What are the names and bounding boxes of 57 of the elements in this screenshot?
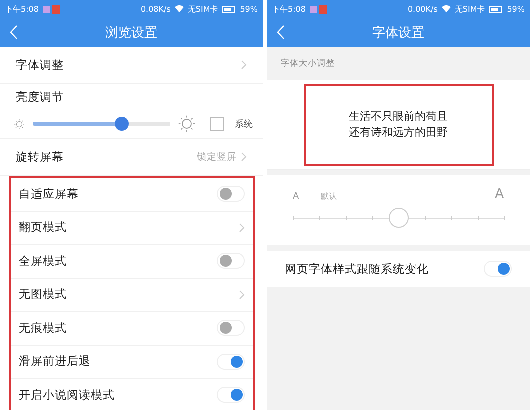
- row-label: 网页字体样式跟随系统变化: [285, 262, 429, 276]
- row-label: 亮度调节: [16, 90, 64, 104]
- chevron-right-icon: [239, 290, 245, 300]
- settings-row[interactable]: 自适应屏幕: [11, 178, 253, 212]
- section-label: 字体大小调整: [281, 58, 335, 70]
- network-speed: 0.08K/s: [140, 4, 171, 14]
- preview-text: 生活不只眼前的苟且 还有诗和远方的田野: [349, 108, 448, 141]
- toggle-switch[interactable]: [484, 261, 512, 277]
- row-label: 字体调整: [16, 58, 64, 72]
- row-label: 旋转屏幕: [16, 150, 64, 164]
- sim-status: 无SIM卡: [188, 4, 218, 14]
- row-label: 无痕模式: [19, 320, 67, 336]
- row-value: 锁定竖屏: [197, 150, 237, 164]
- battery-percent: 59%: [240, 4, 258, 14]
- row-label: 全屏模式: [19, 254, 67, 269]
- chevron-right-icon: [241, 152, 247, 162]
- toggle-switch[interactable]: [217, 387, 245, 404]
- row-label: 开启小说阅读模式: [19, 388, 115, 403]
- battery-percent: 59%: [507, 4, 525, 14]
- back-icon[interactable]: [10, 25, 18, 40]
- network-speed: 0.00K/s: [408, 4, 438, 14]
- checkbox-label: 系统: [235, 118, 253, 130]
- settings-row[interactable]: 无痕模式: [11, 312, 253, 346]
- checkbox[interactable]: [210, 117, 224, 131]
- chevron-right-icon: [239, 222, 245, 233]
- settings-row[interactable]: 全屏模式: [11, 245, 253, 278]
- clock-time: 下午5:08: [5, 4, 39, 14]
- clock-time: 下午5:08: [272, 4, 306, 14]
- large-size-label: A: [495, 187, 504, 202]
- row-label: 翻页模式: [19, 220, 67, 236]
- toggle-switch[interactable]: [217, 354, 245, 370]
- row-label: 滑屏前进后退: [19, 354, 91, 370]
- battery-icon: [489, 6, 504, 12]
- settings-row[interactable]: 翻页模式: [11, 212, 253, 245]
- battery-icon: [222, 6, 236, 12]
- settings-row[interactable]: 滑屏前进后退: [11, 346, 253, 379]
- sun-icon: [14, 118, 25, 130]
- sun-icon: [178, 115, 196, 133]
- row-label: 无图模式: [19, 287, 67, 302]
- toggle-switch[interactable]: [217, 186, 245, 202]
- default-label: 默认: [321, 191, 338, 202]
- wifi-icon: [174, 5, 184, 13]
- screen-title: 浏览设置: [106, 24, 158, 42]
- wifi-icon: [442, 5, 451, 13]
- small-size-label: A: [293, 192, 300, 202]
- settings-row[interactable]: 网页字体样式跟随系统变化: [267, 251, 530, 287]
- toggle-switch[interactable]: [217, 320, 245, 336]
- settings-row[interactable]: 无图模式: [11, 278, 253, 312]
- sim-status: 无SIM卡: [454, 4, 486, 14]
- toggle-switch[interactable]: [217, 253, 245, 270]
- screen-title: 字体设置: [372, 24, 424, 42]
- row-label: 自适应屏幕: [19, 186, 79, 202]
- settings-row[interactable]: 字体调整: [0, 47, 263, 84]
- back-icon[interactable]: [277, 25, 285, 40]
- settings-row[interactable]: 旋转屏幕 锁定竖屏: [0, 139, 263, 176]
- settings-row[interactable]: 开启小说阅读模式: [11, 379, 253, 410]
- chevron-right-icon: [241, 60, 247, 70]
